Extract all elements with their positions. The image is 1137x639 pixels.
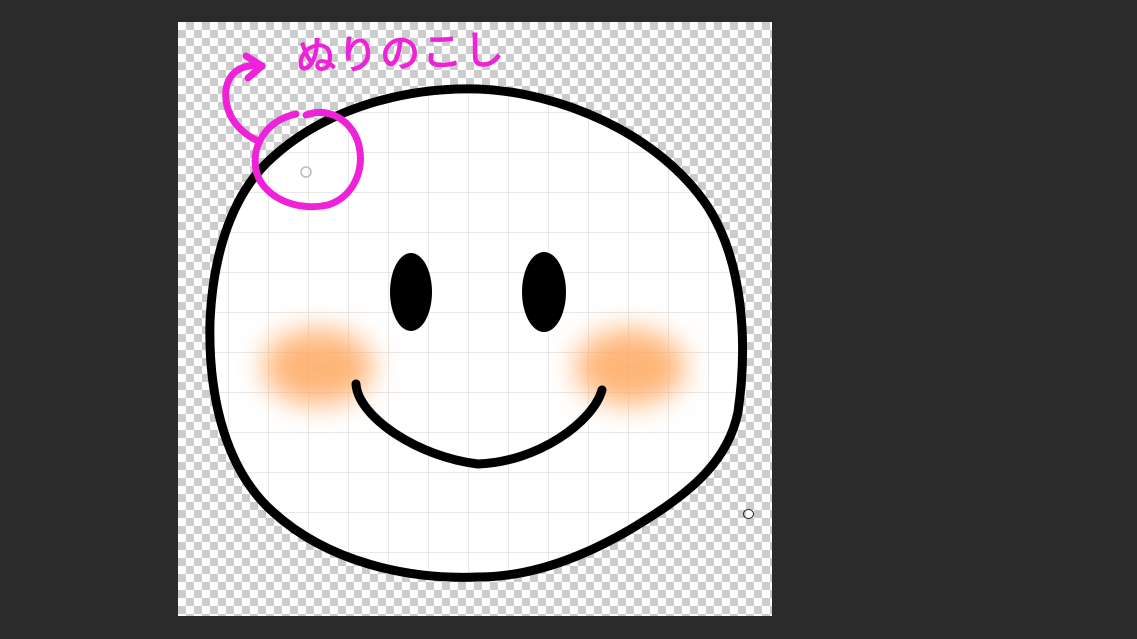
smiley-artwork	[205, 52, 748, 582]
left-eye	[390, 253, 432, 331]
workspace-area: ぬりのこし	[0, 0, 1137, 639]
right-eye	[522, 252, 566, 332]
brush-cursor-icon	[743, 509, 754, 519]
grid-overlay	[209, 88, 743, 578]
document-canvas[interactable]: ぬりのこし	[178, 22, 772, 616]
right-blush	[575, 329, 685, 405]
annotation-label: ぬりのこし	[295, 27, 507, 81]
